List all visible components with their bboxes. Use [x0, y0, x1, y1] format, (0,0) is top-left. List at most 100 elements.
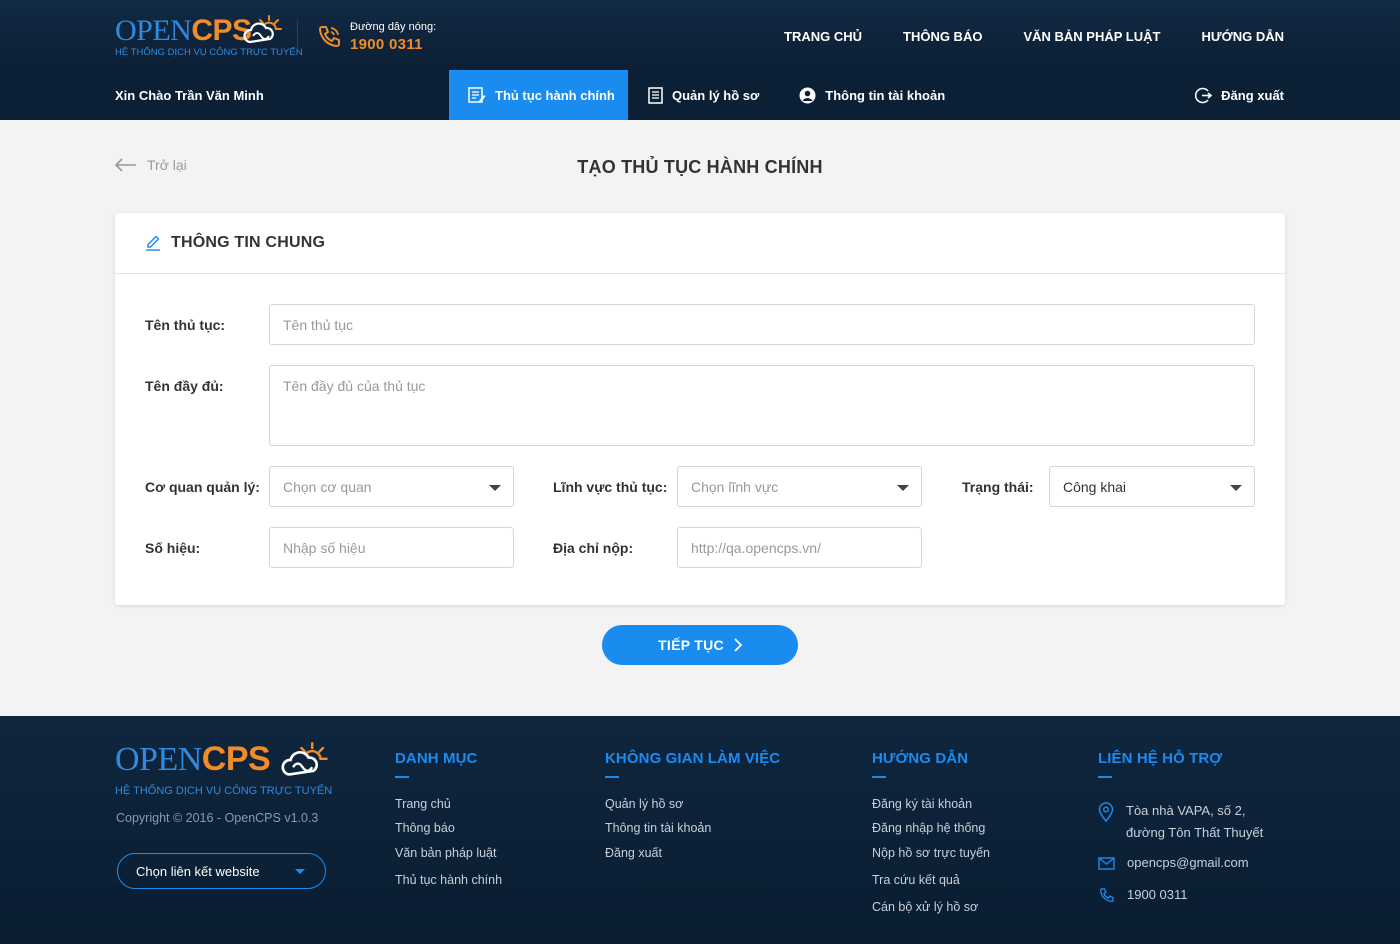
chevron-right-icon: [734, 638, 742, 652]
agency-label: Cơ quan quản lý:: [145, 479, 260, 495]
contact-email[interactable]: opencps@gmail.com: [1098, 852, 1249, 874]
general-info-card: THÔNG TIN CHUNG Tên thủ tục: Tên thủ tục…: [115, 213, 1285, 605]
footer: OPENCPS HỆ THỐNG DỊCH VỤ CÔNG TRỰC TUYẾN…: [0, 716, 1400, 944]
top-header: OPENCPS HỆ THỐNG DỊCH VỤ CÔNG TRỰC TUYẾN…: [0, 0, 1400, 70]
agency-select[interactable]: Chọn cơ quan: [269, 466, 514, 507]
opencps-logo[interactable]: OPENCPS HỆ THỐNG DỊCH VỤ CÔNG TRỰC TUYẾN: [115, 14, 303, 60]
logo-open-text: OPEN: [115, 14, 192, 47]
footer-link-register[interactable]: Đăng ký tài khoản: [872, 792, 990, 816]
code-label: Số hiệu:: [145, 540, 201, 556]
website-link-select[interactable]: Chọn liên kết website: [117, 853, 326, 889]
logout-button[interactable]: Đăng xuất: [1195, 70, 1284, 120]
chevron-down-icon: [489, 485, 501, 491]
user-greeting: Xin Chào Trần Văn Minh: [115, 88, 264, 103]
arrow-left-icon: [115, 158, 136, 172]
cloud-sun-logo-icon: [243, 15, 282, 44]
contact-phone[interactable]: 1900 0311: [1098, 884, 1188, 906]
chevron-down-icon: [295, 869, 305, 874]
contact-address-line2: đường Tôn Thất Thuyết: [1126, 825, 1264, 840]
footer-link-legal-documents[interactable]: Văn bản pháp luật: [395, 841, 502, 865]
footer-column-contact: LIÊN HỆ HỖ TRỢ: [1098, 750, 1222, 792]
website-link-select-value: Chọn liên kết website: [136, 863, 260, 879]
back-label: Trở lại: [147, 157, 187, 173]
footer-link-submit-online[interactable]: Nộp hồ sơ trực tuyến: [872, 841, 990, 865]
footer-link-home[interactable]: Trang chủ: [395, 792, 502, 816]
field-select[interactable]: Chọn lĩnh vực: [677, 466, 922, 507]
document-list-icon: [648, 86, 663, 104]
footer-link-account-info[interactable]: Thông tin tài khoản: [605, 816, 780, 840]
field-select-value: Chọn lĩnh vực: [691, 478, 779, 495]
copyright: Copyright © 2016 - OpenCPS v1.0.3: [116, 811, 319, 825]
tab-label: Thủ tục hành chính: [495, 87, 615, 103]
submit-address-label: Địa chỉ nộp:: [553, 540, 634, 556]
field-label: Lĩnh vực thủ tục:: [553, 479, 668, 495]
footer-link-notifications[interactable]: Thông báo: [395, 816, 502, 840]
phone-icon: [1099, 888, 1114, 903]
logout-icon: [1195, 87, 1213, 103]
header-divider: [297, 20, 298, 54]
code-input[interactable]: Nhập số hiệu: [269, 527, 514, 568]
phone-icon: [319, 26, 340, 47]
top-navigation: TRANG CHỦ THÔNG BÁO VĂN BẢN PHÁP LUẬT HƯ…: [784, 29, 1284, 44]
logout-label: Đăng xuất: [1221, 87, 1284, 103]
contact-address: Tòa nhà VAPA, số 2, đường Tôn Thất Thuyế…: [1098, 800, 1263, 844]
footer-column-guide: HƯỚNG DẪN Đăng ký tài khoản Đăng nhập hệ…: [872, 750, 990, 919]
hotline-label: Đường dây nóng:: [350, 21, 437, 33]
pencil-icon: [146, 235, 160, 251]
nav-legal-documents[interactable]: VĂN BẢN PHÁP LUẬT: [1023, 29, 1160, 44]
footer-column-categories: DANH MỤC Trang chủ Thông báo Văn bản phá…: [395, 750, 502, 892]
contact-phone-text: 1900 0311: [1127, 887, 1188, 902]
tab-manage-dossiers[interactable]: Quản lý hồ sơ: [628, 70, 779, 120]
card-header: THÔNG TIN CHUNG: [115, 213, 1285, 274]
footer-column-workspace: KHÔNG GIAN LÀM VIỆC Quản lý hồ sơ Thông …: [605, 750, 780, 865]
user-circle-icon: [799, 87, 816, 103]
procedure-name-input[interactable]: Tên thủ tục: [269, 304, 1255, 345]
status-label: Trạng thái:: [962, 479, 1034, 495]
logo-cps-text: CPS: [201, 740, 271, 778]
status-select[interactable]: Công khai: [1049, 466, 1255, 507]
title-underline: [605, 776, 619, 778]
tab-administrative-procedures[interactable]: Thủ tục hành chính: [449, 70, 628, 120]
footer-column-title: LIÊN HỆ HỖ TRỢ: [1098, 750, 1223, 767]
logo-open-text: OPEN: [115, 741, 202, 778]
agency-select-value: Chọn cơ quan: [283, 478, 372, 495]
full-name-textarea[interactable]: Tên đầy đủ của thủ tục: [269, 365, 1255, 446]
nav-home[interactable]: TRANG CHỦ: [784, 29, 862, 44]
continue-button[interactable]: TIẾP TỤC: [602, 625, 798, 665]
submit-address-input[interactable]: http://qa.opencps.vn/: [677, 527, 922, 568]
title-underline: [872, 776, 886, 778]
footer-link-login[interactable]: Đăng nhập hệ thống: [872, 816, 990, 840]
footer-logo[interactable]: OPENCPS HỆ THỐNG DỊCH VỤ CÔNG TRỰC TUYẾN: [115, 740, 335, 800]
logo-tagline: HỆ THỐNG DỊCH VỤ CÔNG TRỰC TUYẾN: [115, 47, 303, 58]
mail-icon: [1098, 857, 1115, 870]
tab-label: Thông tin tài khoản: [825, 87, 946, 103]
hotline-number: 1900 0311: [350, 36, 423, 53]
section-title: THÔNG TIN CHUNG: [171, 234, 326, 251]
chevron-down-icon: [1230, 485, 1242, 491]
title-underline: [1098, 776, 1112, 778]
footer-column-title: HƯỚNG DẪN: [872, 750, 969, 767]
footer-column-title: KHÔNG GIAN LÀM VIỆC: [605, 750, 781, 767]
procedure-name-label: Tên thủ tục:: [145, 317, 226, 333]
logo-tagline: HỆ THỐNG DỊCH VỤ CÔNG TRỰC TUYẾN: [115, 785, 333, 797]
location-pin-icon: [1098, 802, 1114, 822]
footer-link-logout[interactable]: Đăng xuất: [605, 841, 780, 865]
document-edit-icon: [468, 87, 486, 103]
footer-link-processing-officer[interactable]: Cán bộ xử lý hồ sơ: [872, 895, 990, 919]
page-title: TẠO THỦ TỤC HÀNH CHÍNH: [577, 157, 823, 177]
back-link[interactable]: Trở lại: [115, 157, 187, 173]
status-select-value: Công khai: [1063, 478, 1127, 495]
footer-link-lookup-results[interactable]: Tra cứu kết quả: [872, 868, 990, 892]
nav-notifications[interactable]: THÔNG BÁO: [903, 29, 982, 44]
footer-column-title: DANH MỤC: [395, 750, 478, 767]
tab-label: Quản lý hồ sơ: [672, 87, 760, 103]
nav-guide[interactable]: HƯỚNG DẪN: [1201, 29, 1284, 44]
footer-link-manage-dossiers[interactable]: Quản lý hồ sơ: [605, 792, 780, 816]
user-navigation-bar: Xin Chào Trần Văn Minh Thủ tục hành chín…: [0, 70, 1400, 120]
contact-email-text: opencps@gmail.com: [1127, 855, 1249, 870]
footer-link-procedures[interactable]: Thủ tục hành chính: [395, 868, 502, 892]
chevron-down-icon: [897, 485, 909, 491]
workspace-tabs: Thủ tục hành chính Quản lý hồ sơ Thông t…: [449, 70, 965, 120]
tab-account-info[interactable]: Thông tin tài khoản: [779, 70, 965, 120]
cloud-sun-logo-icon: [281, 741, 328, 776]
